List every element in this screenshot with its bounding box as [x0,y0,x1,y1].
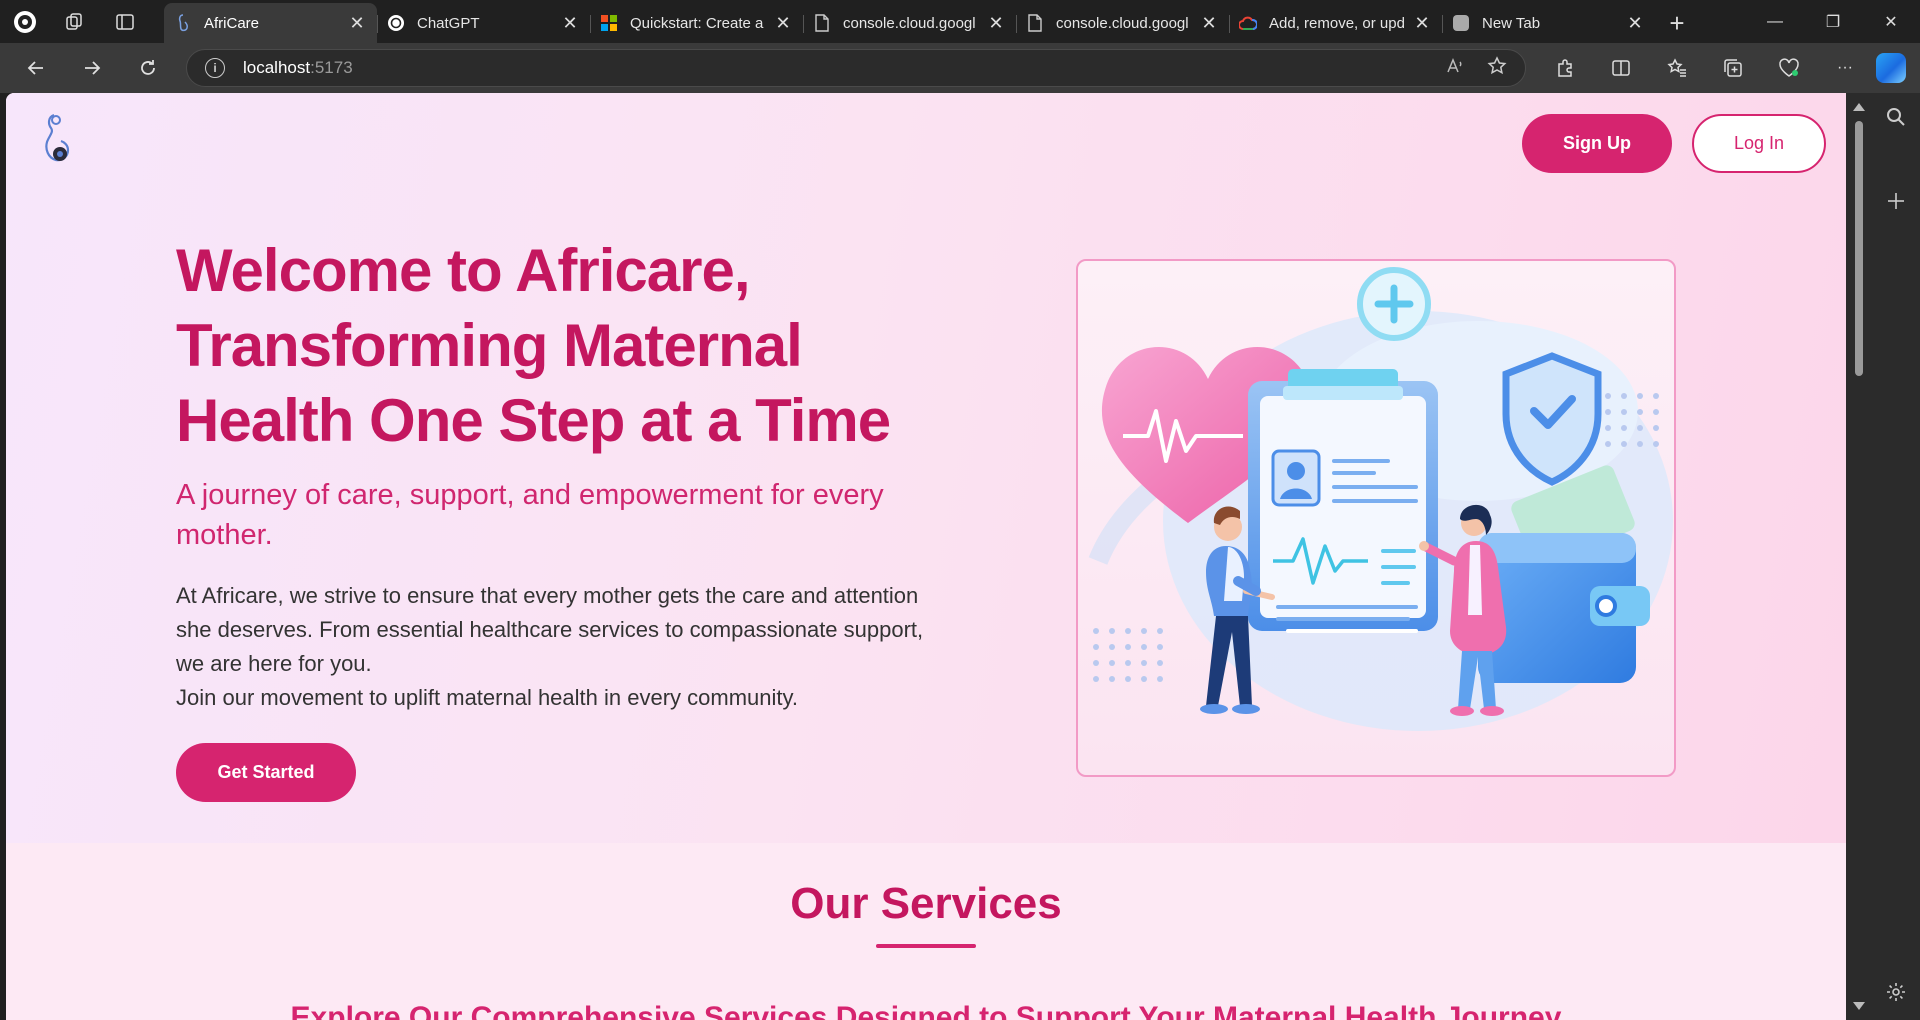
address-host: localhost [243,58,311,77]
page-scrollbar[interactable] [1846,93,1872,1020]
back-icon[interactable] [14,50,58,86]
chatgpt-favicon-icon [387,14,405,32]
hero-body: At Africare, we strive to ensure that ev… [176,579,936,715]
services-title: Our Services [790,879,1062,928]
close-tab-icon[interactable]: ✕ [986,13,1006,34]
services-section: Our Services Explore Our Comprehensive S… [6,843,1846,1020]
maternal-care-illustration [1076,259,1676,777]
address-bar-actions [1445,55,1507,81]
close-tab-icon[interactable]: ✕ [347,13,367,34]
microsoft-favicon-icon [600,14,618,32]
collections-icon[interactable] [1712,50,1754,86]
tab-add-remove[interactable]: Add, remove, or upd ✕ [1229,3,1442,43]
workspaces-icon[interactable] [60,7,90,37]
tab-title: Quickstart: Create a [630,14,764,32]
copilot-icon[interactable] [1876,53,1906,83]
log-in-button[interactable]: Log In [1692,114,1826,173]
vertical-tabs-icon[interactable] [110,7,140,37]
browser-toolbar: i localhost:5173 ··· [0,43,1920,93]
tab-new-tab[interactable]: New Tab ✕ [1442,3,1655,43]
tab-console-cloud-1[interactable]: console.cloud.googl ✕ [803,3,1016,43]
google-cloud-favicon-icon [1239,14,1257,32]
close-tab-icon[interactable]: ✕ [773,13,793,34]
close-window-icon[interactable]: ✕ [1862,0,1920,43]
favorites-icon[interactable] [1656,50,1698,86]
new-tab-button[interactable]: + [1655,3,1699,43]
read-aloud-icon[interactable] [1445,56,1465,81]
extensions-icon[interactable] [1544,50,1586,86]
tab-title: AfriCare [204,14,260,32]
refresh-icon[interactable] [126,50,170,86]
hero-body-paragraph: Join our movement to uplift maternal hea… [176,685,798,710]
africare-logo[interactable] [36,111,76,173]
scroll-up-arrow-icon[interactable] [1853,103,1865,111]
close-tab-icon[interactable]: ✕ [560,13,580,34]
restore-icon[interactable]: ❐ [1804,0,1862,43]
forward-icon[interactable] [70,50,114,86]
scrollbar-thumb[interactable] [1855,121,1863,376]
favorite-star-icon[interactable] [1487,55,1507,81]
services-title-underline [876,944,976,948]
address-bar[interactable]: i localhost:5173 [186,49,1526,87]
tab-quickstart[interactable]: Quickstart: Create a ✕ [590,3,803,43]
edge-sidebar [1872,93,1920,1020]
sidebar-add-icon[interactable] [1872,177,1920,225]
tab-list: AfriCare ✕ ChatGPT ✕ Quickstart: Create … [164,0,1699,43]
document-favicon-icon [813,14,831,32]
get-started-button[interactable]: Get Started [176,743,356,802]
minimize-icon[interactable]: — [1746,0,1804,43]
split-screen-icon[interactable] [1600,50,1642,86]
hero-subtitle: A journey of care, support, and empowerm… [176,479,884,551]
site-info-icon[interactable]: i [205,58,225,78]
scroll-down-arrow-icon[interactable] [1853,1002,1865,1010]
browser-essentials-icon[interactable] [1768,50,1810,86]
tabstrip-left-icons [0,0,164,43]
more-options-icon[interactable]: ··· [1824,50,1866,86]
toolbar-icons: ··· [1544,50,1866,86]
close-tab-icon[interactable]: ✕ [1412,13,1432,34]
africare-favicon-icon [174,14,192,32]
services-subtitle: Explore Our Comprehensive Services Desig… [290,1001,1562,1020]
tab-console-cloud-2[interactable]: console.cloud.googl ✕ [1016,3,1229,43]
page-viewport: Sign Up Log In Welcome to Africare, Tran… [6,93,1846,1020]
tab-chatgpt[interactable]: ChatGPT ✕ [377,3,590,43]
tab-title: New Tab [1482,14,1541,32]
newtab-favicon-icon [1452,14,1470,32]
tab-africare[interactable]: AfriCare ✕ [164,3,377,43]
tab-title: Add, remove, or upd [1269,14,1405,32]
tab-title: ChatGPT [417,14,480,32]
window-controls: — ❐ ✕ [1746,0,1920,43]
sidebar-settings-icon[interactable] [1872,968,1920,1016]
browser-tab-strip: AfriCare ✕ ChatGPT ✕ Quickstart: Create … [0,0,1920,43]
document-favicon-icon [1026,14,1044,32]
profile-avatar-icon[interactable] [10,7,40,37]
address-port: :5173 [310,58,353,77]
sign-up-button[interactable]: Sign Up [1522,114,1672,173]
hero-title: Welcome to Africare, Transforming Matern… [176,237,891,454]
hero-body-paragraph: At Africare, we strive to ensure that ev… [176,583,924,676]
hero-section: Sign Up Log In Welcome to Africare, Tran… [6,93,1846,843]
close-tab-icon[interactable]: ✕ [1199,13,1219,34]
close-tab-icon[interactable]: ✕ [1625,13,1645,34]
tab-title: console.cloud.googl [843,14,976,32]
tab-title: console.cloud.googl [1056,14,1189,32]
sidebar-search-icon[interactable] [1872,93,1920,141]
